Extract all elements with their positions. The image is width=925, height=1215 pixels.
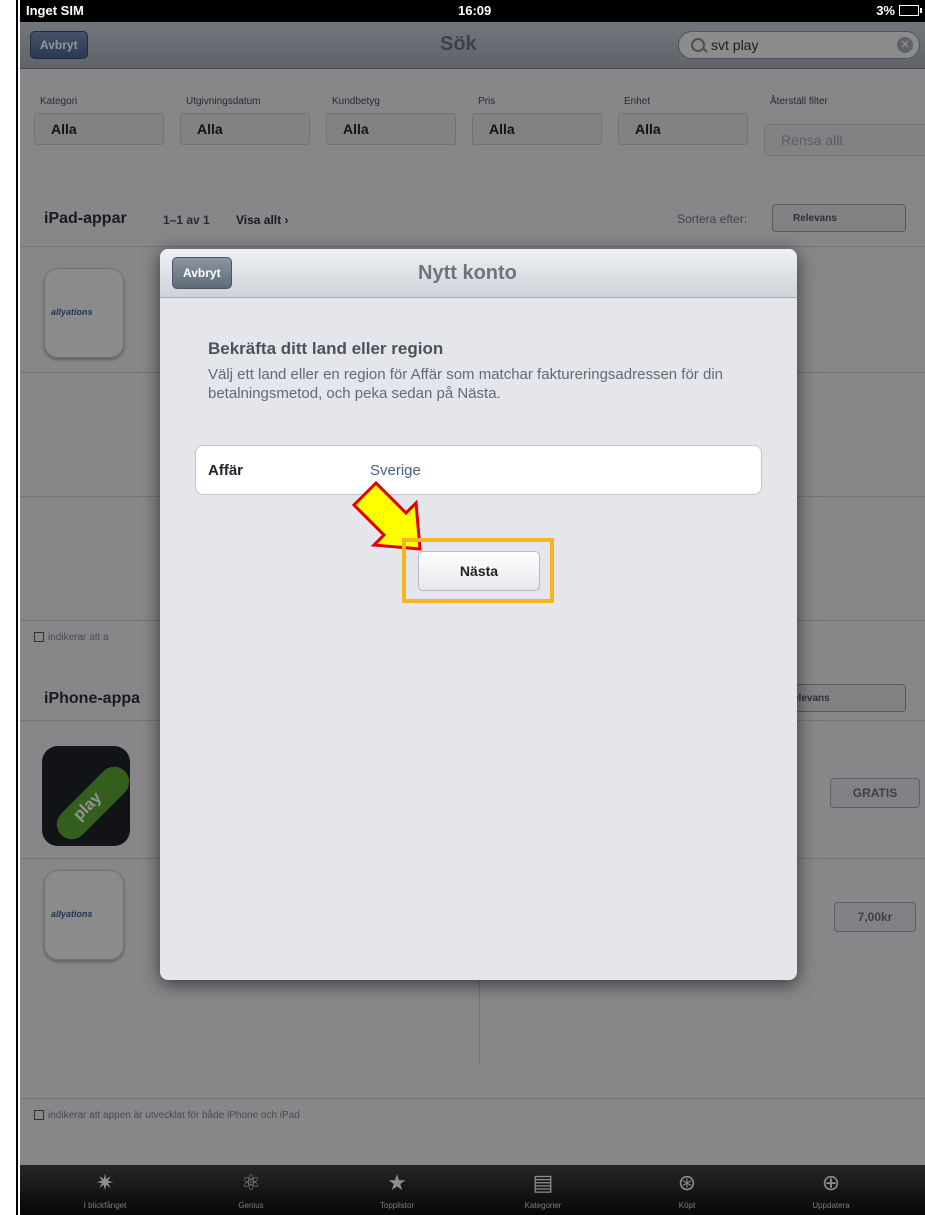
star-icon: ★ <box>387 1170 407 1195</box>
frame-border <box>16 0 18 1215</box>
tab-categories[interactable]: ▤ Kategorier <box>488 1165 598 1215</box>
dialog-header: Avbryt Nytt konto <box>160 249 797 298</box>
status-bar: Inget SIM 16:09 3% <box>20 0 925 22</box>
categories-icon: ▤ <box>532 1170 554 1195</box>
dialog-heading: Bekräfta ditt land eller region <box>208 339 444 358</box>
new-account-dialog: Avbryt Nytt konto Bekräfta ditt land ell… <box>160 249 797 980</box>
tab-spotlight[interactable]: ✷ I blickfånget <box>50 1165 160 1215</box>
tab-purchased[interactable]: ⊛ Köpt <box>632 1165 742 1215</box>
carrier-label: Inget SIM <box>26 3 84 18</box>
battery-indicator: 3% <box>876 3 922 18</box>
battery-icon <box>899 5 922 16</box>
update-icon: ⊕ <box>821 1170 841 1195</box>
battery-percent: 3% <box>876 3 895 18</box>
purchased-icon: ⊛ <box>677 1170 697 1195</box>
tab-bar: ✷ I blickfånget ⚛ Genius ★ Topplistor ▤ … <box>20 1165 925 1215</box>
clock-label: 16:09 <box>458 3 492 18</box>
tab-updates[interactable]: ⊕ Uppdatera <box>776 1165 886 1215</box>
store-field-value[interactable]: Sverige <box>370 462 421 479</box>
tab-top-charts[interactable]: ★ Topplistor <box>342 1165 452 1215</box>
screenshot-frame: Inget SIM 16:09 3% Avbryt Sök ✕ Kategori… <box>0 0 925 1215</box>
next-button[interactable]: Nästa <box>418 551 540 591</box>
store-field-label: Affär <box>208 462 244 479</box>
spotlight-icon: ✷ <box>95 1170 115 1195</box>
tab-genius[interactable]: ⚛ Genius <box>196 1165 306 1215</box>
genius-icon: ⚛ <box>241 1170 261 1195</box>
dialog-title: Nytt konto <box>418 262 517 284</box>
ipad-screen: Inget SIM 16:09 3% Avbryt Sök ✕ Kategori… <box>20 0 925 1215</box>
dialog-description: Välj ett land eller en region för Affär … <box>208 366 723 402</box>
store-country-field[interactable]: Affär Sverige <box>195 445 762 495</box>
dialog-cancel-button[interactable]: Avbryt <box>172 257 232 289</box>
